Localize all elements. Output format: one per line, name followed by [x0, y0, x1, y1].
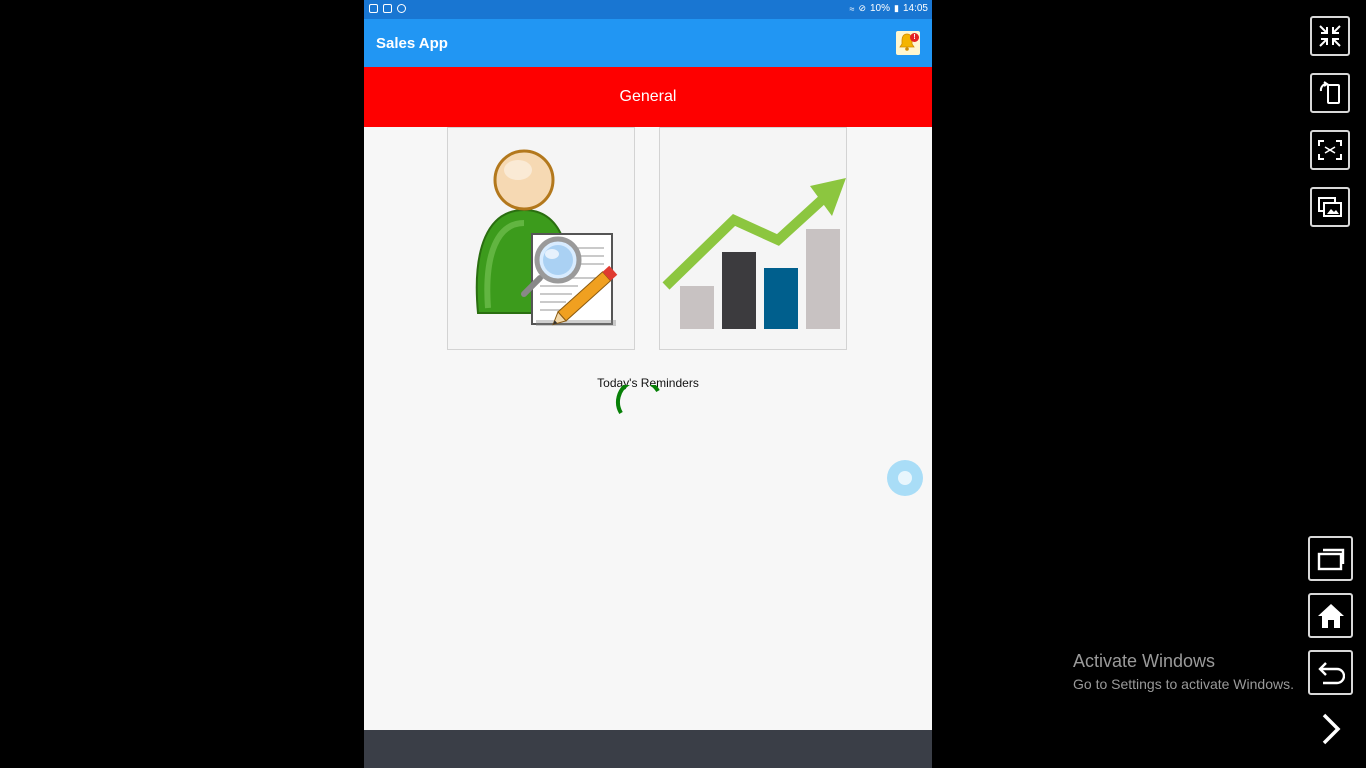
recent-apps-button[interactable] — [1308, 536, 1353, 581]
gallery-button[interactable] — [1310, 187, 1350, 227]
image-gallery-icon — [1318, 197, 1342, 217]
watermark-title: Activate Windows — [1073, 651, 1216, 671]
chevron-right-icon[interactable] — [1318, 712, 1344, 746]
battery-percent: 10% — [870, 3, 891, 14]
growth-bar-chart-icon — [662, 178, 846, 329]
notification-badge: ! — [910, 33, 919, 42]
navigation-bar — [364, 730, 932, 768]
sync-icon — [397, 4, 406, 13]
rotate-device-icon — [1319, 81, 1340, 104]
recent-apps-icon — [1317, 548, 1345, 571]
rotate-button[interactable] — [1310, 73, 1350, 113]
app-bar: Sales App ! — [364, 19, 932, 67]
touch-indicator — [887, 460, 923, 496]
back-button[interactable] — [1308, 650, 1353, 695]
do-not-disturb-icon: ⊘ — [858, 3, 866, 13]
touch-indicator-center — [898, 471, 912, 485]
notifications-button[interactable]: ! — [896, 31, 920, 55]
customer-tile[interactable] — [447, 127, 635, 350]
app-notification-icon — [369, 4, 378, 13]
screenshot-button[interactable] — [1310, 130, 1350, 170]
loading-spinner-icon — [615, 385, 660, 415]
windows-activation-watermark: Activate Windows Go to Settings to activ… — [1073, 651, 1294, 692]
collapse-arrows-icon — [1319, 25, 1341, 47]
clock: 14:05 — [902, 3, 928, 14]
home-icon — [1318, 604, 1344, 628]
app-title: Sales App — [376, 35, 448, 52]
sales-chart-tile[interactable] — [659, 127, 847, 350]
status-notification-icons — [369, 4, 406, 13]
play-store-icon — [383, 4, 392, 13]
home-button[interactable] — [1308, 593, 1353, 638]
user-document-search-icon — [475, 149, 618, 326]
battery-icon: ▮ — [894, 3, 899, 13]
capture-screen-icon — [1318, 140, 1342, 160]
status-bar: ≈ ⊘ 10% ▮ 14:05 — [364, 0, 932, 19]
exit-fullscreen-button[interactable] — [1310, 16, 1350, 56]
back-arrow-icon — [1318, 662, 1345, 685]
watermark-subtitle: Go to Settings to activate Windows. — [1073, 676, 1294, 692]
wifi-icon: ≈ — [849, 3, 855, 14]
device-screen: ≈ ⊘ 10% ▮ 14:05 Sales App ! General Toda… — [364, 0, 932, 768]
status-system-icons: ≈ ⊘ 10% ▮ 14:05 — [850, 3, 929, 14]
category-banner[interactable]: General — [364, 67, 932, 127]
